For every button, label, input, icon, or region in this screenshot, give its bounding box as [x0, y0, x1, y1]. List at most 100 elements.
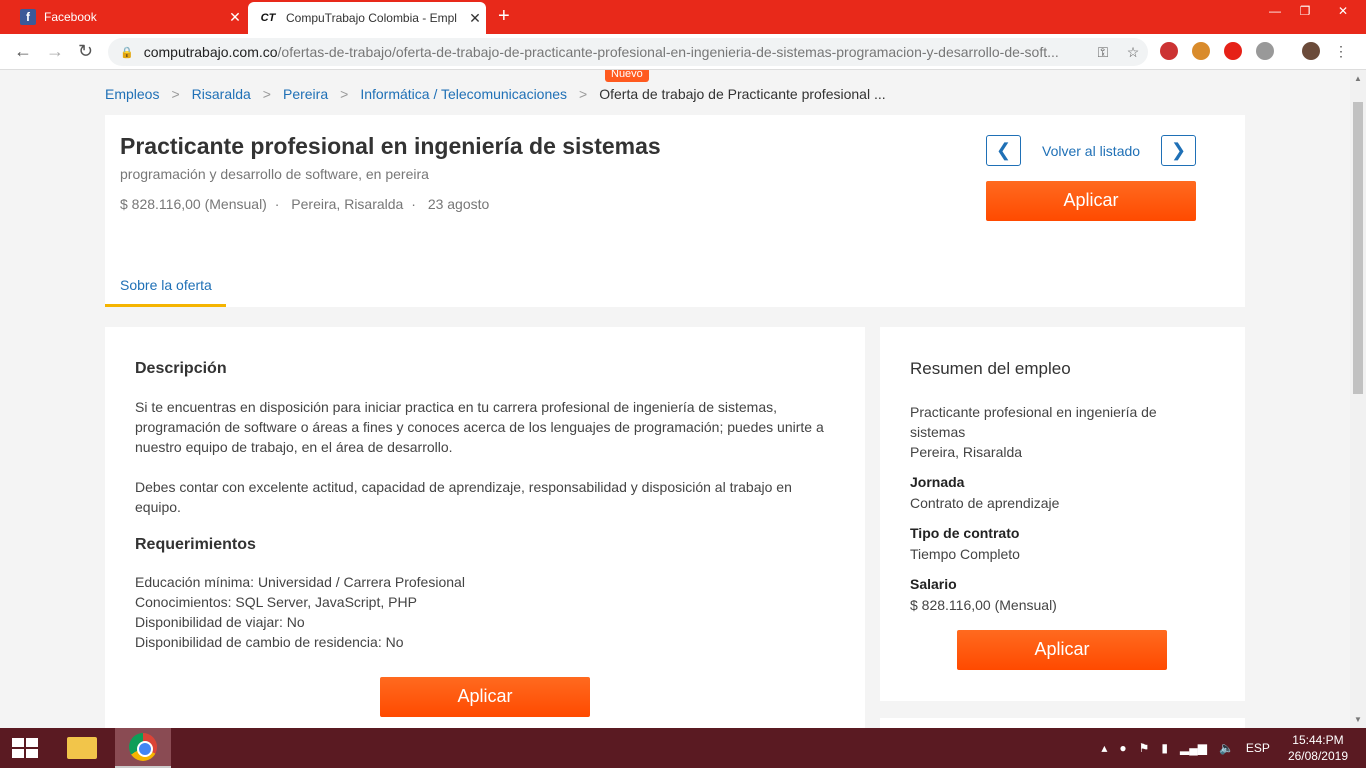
back-icon[interactable]: ←: [14, 41, 32, 62]
breadcrumb-current: Oferta de trabajo de Practicante profesi…: [599, 86, 886, 102]
tab-title: Facebook: [44, 10, 97, 24]
salary-value: $ 828.116,00 (Mensual): [910, 597, 1057, 613]
new-badge: Nuevo: [605, 70, 649, 82]
close-tab-icon[interactable]: ✕: [464, 10, 486, 27]
key-icon[interactable]: ⚿: [1088, 44, 1118, 61]
salary-label: Salario: [910, 576, 957, 592]
system-tray: ▴ ● ⚑ ▮ ▂▄▆ 🔈 ESP 15:44:PM 26/08/2019: [1095, 728, 1366, 768]
chrome-taskbar-button[interactable]: [115, 728, 171, 768]
address-bar[interactable]: 🔒 computrabajo.com.co/ofertas-de-trabajo…: [108, 38, 1148, 66]
page-title: Practicante profesional en ingeniería de…: [120, 133, 661, 159]
requirement-item: Educación mínima: Universidad / Carrera …: [135, 574, 465, 590]
computrabajo-icon: CT: [260, 12, 276, 24]
summary-heading: Resumen del empleo: [910, 359, 1071, 378]
new-tab-icon[interactable]: +: [498, 5, 510, 28]
requirement-item: Disponibilidad de cambio de residencia: …: [135, 634, 404, 650]
signal-icon[interactable]: ▂▄▆: [1180, 741, 1207, 755]
restore-icon[interactable]: ❐: [1290, 0, 1320, 30]
clock-date: 26/08/2019: [1287, 749, 1348, 763]
description-paragraph: Debes contar con excelente actitud, capa…: [135, 479, 792, 515]
description-card: Descripción Si te encuentras en disposic…: [105, 327, 865, 728]
folder-icon: [67, 737, 97, 759]
next-job-button[interactable]: ❯: [1161, 135, 1196, 166]
extension-icon[interactable]: [1224, 42, 1242, 60]
requirement-item: Conocimientos: SQL Server, JavaScript, P…: [135, 594, 417, 610]
job-salary: $ 828.116,00 (Mensual): [120, 196, 267, 212]
summary-job-title: Practicante profesional en ingeniería de…: [910, 404, 1157, 440]
job-subtitle: programación y desarrollo de software, e…: [120, 166, 429, 182]
requirements-heading: Requerimientos: [135, 536, 256, 553]
breadcrumb-separator: >: [171, 86, 180, 102]
description-paragraph: Si te encuentras en disposición para ini…: [135, 399, 824, 455]
tab-title: CompuTrabajo Colombia - Empl: [286, 11, 457, 25]
page-scrollbar[interactable]: ▲ ▼: [1350, 70, 1366, 728]
jornada-label: Jornada: [910, 474, 965, 490]
job-date: 23 agosto: [427, 196, 490, 212]
url-text: computrabajo.com.co/ofertas-de-trabajo/o…: [143, 44, 1059, 60]
facebook-icon: f: [20, 9, 36, 25]
extension-icon[interactable]: [1256, 42, 1274, 60]
extension-icon[interactable]: [1160, 42, 1178, 60]
description-heading: Descripción: [135, 360, 227, 377]
scroll-up-icon[interactable]: ▲: [1354, 74, 1362, 83]
offer-tabs: Sobre la oferta: [105, 267, 1245, 307]
page-content: Empleos > Risaralda > Pereira > Informát…: [0, 70, 1350, 728]
language-indicator[interactable]: ESP: [1246, 741, 1270, 755]
summary-location: Pereira, Risaralda: [910, 444, 1023, 460]
contract-type-label: Tipo de contrato: [910, 525, 1020, 541]
clock[interactable]: 15:44:PM 26/08/2019: [1288, 732, 1348, 764]
apply-button[interactable]: Aplicar: [380, 677, 590, 717]
apply-button[interactable]: Aplicar: [957, 630, 1167, 670]
bookmark-star-icon[interactable]: ☆: [1118, 44, 1148, 61]
minimize-icon[interactable]: —: [1260, 0, 1290, 30]
avatar[interactable]: [1302, 42, 1320, 60]
meta-separator: ·: [274, 196, 280, 212]
tab-computrabajo[interactable]: CT CompuTrabajo Colombia - Empl ✕: [248, 2, 486, 34]
jornada-value: Contrato de aprendizaje: [910, 495, 1060, 511]
window-controls: — ❐ ✕: [1260, 0, 1366, 30]
breadcrumb: Empleos > Risaralda > Pereira > Informát…: [105, 86, 886, 102]
battery-icon[interactable]: ▮: [1161, 741, 1168, 755]
volume-icon[interactable]: 🔈: [1219, 741, 1234, 755]
previous-job-button[interactable]: ❮: [986, 135, 1021, 166]
chrome-icon: [129, 733, 157, 761]
job-location: Pereira, Risaralda: [291, 196, 404, 212]
breadcrumb-link-risaralda[interactable]: Risaralda: [192, 86, 251, 102]
job-meta: $ 828.116,00 (Mensual) · Pereira, Risara…: [120, 196, 489, 212]
summary-card: Resumen del empleo Practicante profesion…: [880, 327, 1245, 701]
browser-toolbar: ← → ↻ 🔒 computrabajo.com.co/ofertas-de-t…: [0, 34, 1366, 70]
file-explorer-button[interactable]: [54, 728, 110, 768]
sidebar-card: [880, 718, 1245, 728]
network-status-icon[interactable]: ⚑: [1139, 741, 1150, 755]
breadcrumb-separator: >: [340, 86, 349, 102]
breadcrumb-separator: >: [579, 86, 588, 102]
windows-start-icon[interactable]: [12, 738, 38, 758]
chevron-up-icon[interactable]: ▴: [1101, 741, 1107, 755]
chevron-left-icon: ❮: [995, 140, 1012, 160]
scrollbar-thumb[interactable]: [1353, 102, 1363, 394]
back-to-list-link[interactable]: Volver al listado: [1042, 143, 1140, 159]
window-close-icon[interactable]: ✕: [1320, 0, 1366, 30]
tab-facebook[interactable]: f Facebook ✕: [10, 0, 246, 34]
extension-icon[interactable]: [1192, 42, 1210, 60]
breadcrumb-separator: >: [262, 86, 271, 102]
extension-icons: ⋮: [1160, 42, 1348, 60]
scroll-down-icon[interactable]: ▼: [1354, 715, 1362, 724]
job-header-card: Practicante profesional en ingeniería de…: [105, 115, 1245, 307]
requirement-item: Disponibilidad de viajar: No: [135, 614, 305, 630]
tab-sobre-la-oferta[interactable]: Sobre la oferta: [105, 267, 226, 307]
close-tab-icon[interactable]: ✕: [224, 9, 246, 26]
menu-icon[interactable]: ⋮: [1334, 42, 1348, 60]
breadcrumb-link-pereira[interactable]: Pereira: [283, 86, 328, 102]
taskbar: ▴ ● ⚑ ▮ ▂▄▆ 🔈 ESP 15:44:PM 26/08/2019: [0, 728, 1366, 768]
clock-time: 15:44:PM: [1292, 733, 1344, 747]
weather-icon[interactable]: ●: [1119, 741, 1126, 755]
apply-button[interactable]: Aplicar: [986, 181, 1196, 221]
lock-icon: 🔒: [120, 46, 134, 59]
breadcrumb-link-empleos[interactable]: Empleos: [105, 86, 159, 102]
reload-icon[interactable]: ↻: [78, 41, 93, 62]
breadcrumb-link-category[interactable]: Informática / Telecomunicaciones: [360, 86, 567, 102]
forward-icon[interactable]: →: [46, 41, 64, 62]
chevron-right-icon: ❯: [1170, 140, 1187, 160]
meta-separator: ·: [411, 196, 416, 212]
